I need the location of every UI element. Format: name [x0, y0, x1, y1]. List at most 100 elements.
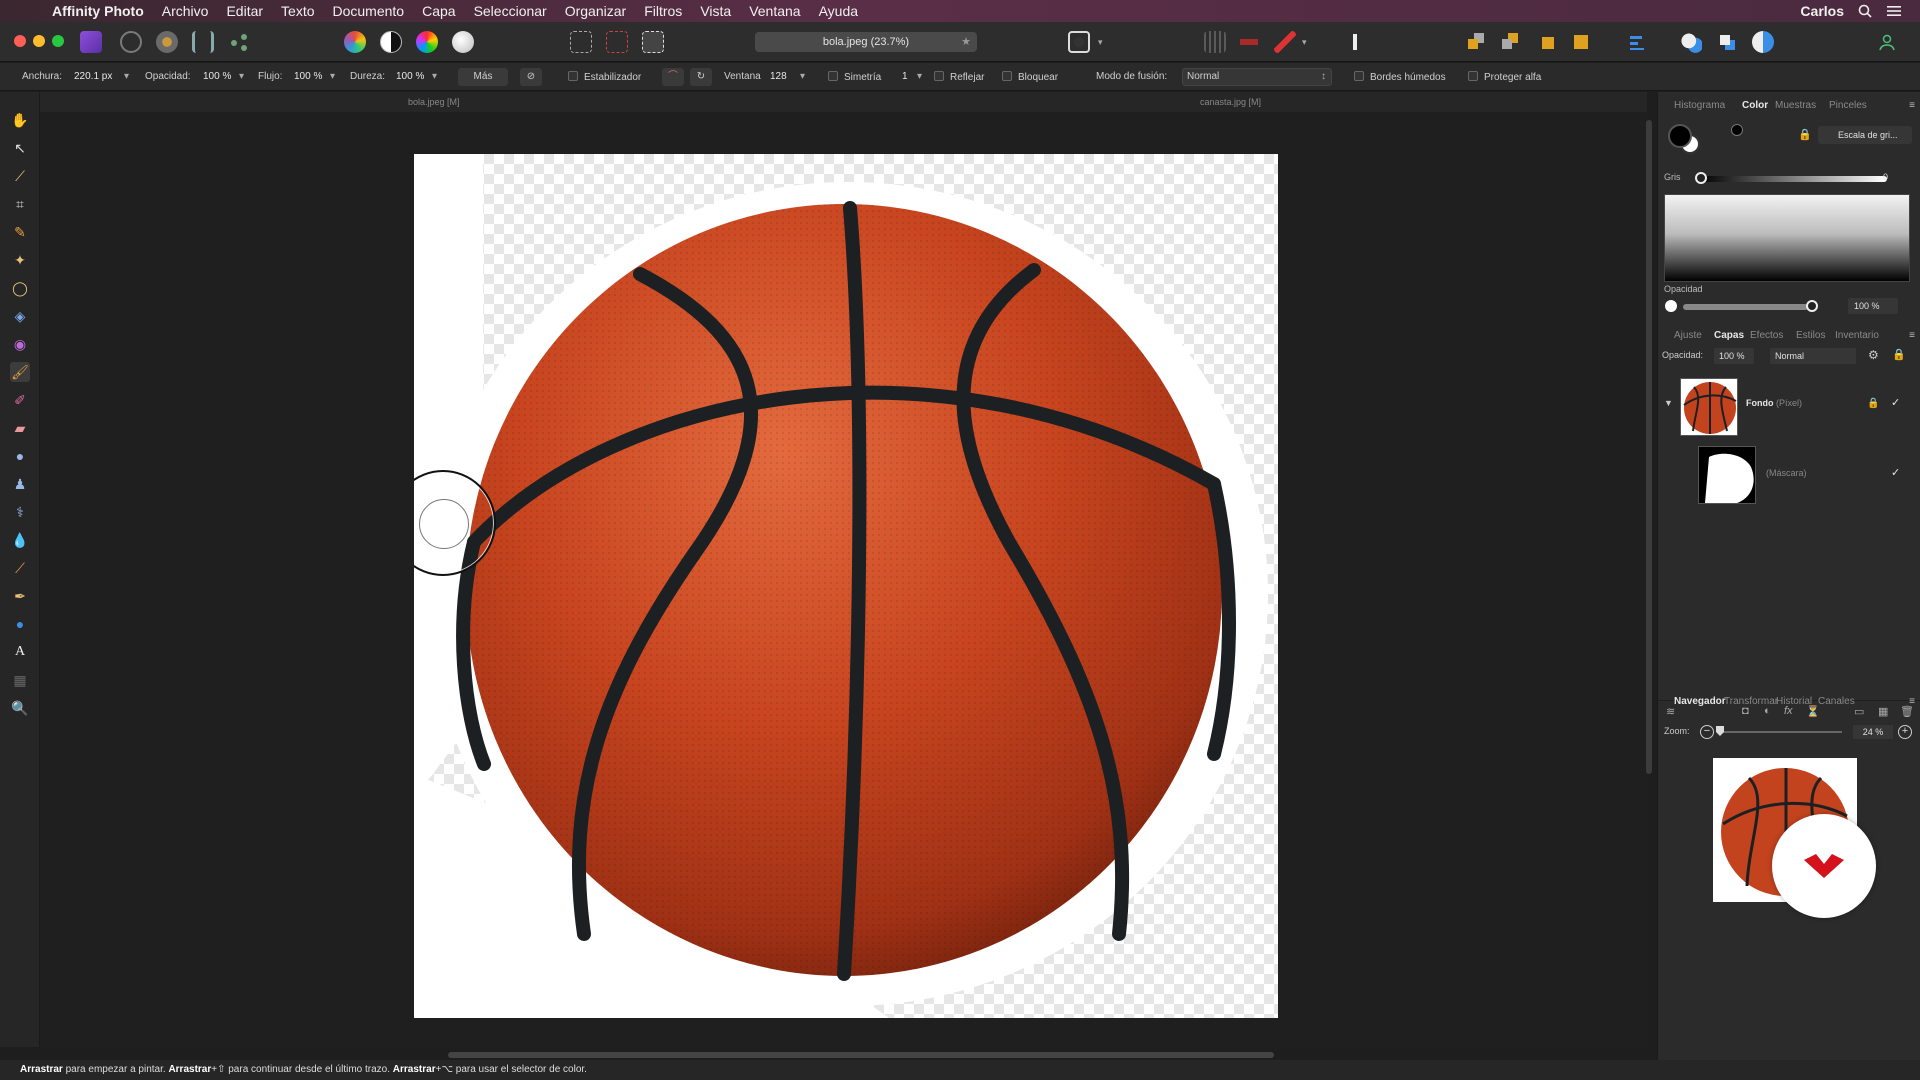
- horizontal-scrollbar[interactable]: [448, 1052, 1274, 1058]
- color-replacement-icon[interactable]: ✐: [10, 390, 30, 410]
- protect-alpha-checkbox[interactable]: [1468, 71, 1478, 81]
- liquify-persona-icon[interactable]: [120, 31, 142, 53]
- tab-capas[interactable]: Capas: [1714, 330, 1744, 341]
- layer-settings-gear-icon[interactable]: ⚙: [1868, 348, 1879, 362]
- blur-brush-icon[interactable]: 💧: [10, 530, 30, 550]
- color-opacity-slider[interactable]: [1683, 304, 1808, 310]
- doc-tab-canasta[interactable]: canasta.jpg [M]: [1200, 97, 1261, 107]
- zoom-in-icon[interactable]: +: [1898, 725, 1912, 739]
- layer-opacity-select[interactable]: 100 %: [1714, 348, 1754, 364]
- flow-field[interactable]: 100 %: [294, 71, 322, 82]
- window-mode-icon[interactable]: ↻: [690, 68, 712, 86]
- color-opacity-value[interactable]: 100 %: [1848, 298, 1898, 314]
- window-zoom-button[interactable]: [52, 35, 64, 47]
- arrange-front-icon[interactable]: [1536, 31, 1558, 53]
- selection-brush-icon[interactable]: ✎: [10, 222, 30, 242]
- contrast-adjust-icon[interactable]: [380, 31, 402, 53]
- primary-color-swatch[interactable]: [1668, 124, 1692, 148]
- stabilizer-checkbox[interactable]: [568, 71, 578, 81]
- layer-blend-select[interactable]: Normal: [1770, 348, 1856, 364]
- opacity-chevron-icon[interactable]: ▾: [239, 71, 244, 82]
- symmetry-checkbox[interactable]: [828, 71, 838, 81]
- align-icon[interactable]: [1626, 31, 1648, 53]
- deselect-icon[interactable]: [606, 31, 628, 53]
- arrange-forward-icon[interactable]: [1500, 31, 1522, 53]
- photo-persona-icon[interactable]: [80, 31, 102, 53]
- levels-adjust-icon[interactable]: [344, 31, 366, 53]
- quick-mask-icon[interactable]: [1068, 31, 1090, 53]
- spotlight-search-icon[interactable]: [1858, 4, 1872, 18]
- star-icon[interactable]: ★: [961, 32, 971, 52]
- assistant-icon[interactable]: [1274, 31, 1296, 53]
- document-canvas[interactable]: [414, 154, 1278, 1018]
- apple-icon[interactable]: [20, 2, 38, 20]
- gray-slider[interactable]: [1699, 176, 1887, 182]
- color-mode-select[interactable]: Escala de gri...: [1818, 126, 1912, 144]
- lock-checkbox[interactable]: [1002, 71, 1012, 81]
- freehand-select-icon[interactable]: ◯: [10, 278, 30, 298]
- lock-icon[interactable]: 🔒: [1798, 128, 1812, 141]
- tab-canales[interactable]: Canales: [1818, 696, 1855, 707]
- menu-vista[interactable]: Vista: [700, 3, 731, 19]
- menubar-user[interactable]: Carlos: [1800, 3, 1844, 19]
- view-hand-icon[interactable]: ✋: [10, 110, 30, 130]
- shape-tool-icon[interactable]: ●: [10, 614, 30, 634]
- crop-tool-icon[interactable]: ⌗: [10, 194, 30, 214]
- grid-snap-icon[interactable]: [1204, 31, 1226, 53]
- protect-alpha-toggle[interactable]: Proteger alfa: [1468, 71, 1541, 83]
- arrange-back-icon[interactable]: [1466, 31, 1488, 53]
- panel-menu-icon[interactable]: ≡: [1909, 100, 1915, 111]
- tab-estilos[interactable]: Estilos: [1796, 330, 1825, 341]
- menu-filtros[interactable]: Filtros: [644, 3, 682, 19]
- assistant-chevron-icon[interactable]: ▾: [1302, 31, 1312, 53]
- menu-archivo[interactable]: Archivo: [162, 3, 209, 19]
- zoom-slider[interactable]: [1720, 731, 1842, 733]
- lock-toggle[interactable]: Bloquear: [1002, 71, 1058, 83]
- share-user-icon[interactable]: [1876, 31, 1898, 53]
- window-minimize-button[interactable]: [33, 35, 45, 47]
- boolean-intersect-icon[interactable]: [1752, 31, 1774, 53]
- tab-muestras[interactable]: Muestras: [1775, 100, 1816, 111]
- boolean-add-icon[interactable]: [1680, 31, 1702, 53]
- symmetry-toggle[interactable]: Simetría: [828, 71, 881, 83]
- brush-mode-icon[interactable]: [1344, 31, 1366, 53]
- move-tool-icon[interactable]: ↖: [10, 138, 30, 158]
- zoom-out-icon[interactable]: −: [1700, 725, 1714, 739]
- control-center-icon[interactable]: [1886, 4, 1902, 18]
- marquee-select-icon[interactable]: [570, 31, 592, 53]
- boolean-subtract-icon[interactable]: [1716, 31, 1738, 53]
- chevron-down-icon[interactable]: ▾: [1098, 31, 1108, 53]
- width-field[interactable]: 220.1 px: [74, 71, 112, 82]
- layer-lock-status-icon[interactable]: 🔒: [1867, 398, 1879, 409]
- gray-value[interactable]: 0: [1883, 172, 1888, 182]
- opacity-field[interactable]: 100 %: [203, 71, 231, 82]
- gradient-tool-icon[interactable]: ◉: [10, 334, 30, 354]
- menu-ventana[interactable]: Ventana: [749, 3, 800, 19]
- tab-transformar[interactable]: Transformar: [1724, 696, 1778, 707]
- menu-documento[interactable]: Documento: [333, 3, 405, 19]
- hardness-field[interactable]: 100 %: [396, 71, 424, 82]
- erase-brush-icon[interactable]: ▰: [10, 418, 30, 438]
- vertical-scrollbar[interactable]: [1646, 120, 1652, 774]
- canvas-area[interactable]: [40, 112, 1647, 1058]
- symmetry-chevron-icon[interactable]: ▾: [917, 71, 922, 82]
- tab-inventario[interactable]: Inventario: [1835, 330, 1879, 341]
- fill-color-swatch[interactable]: [1731, 124, 1743, 136]
- blend-mode-select[interactable]: Normal ↕: [1182, 68, 1332, 86]
- zoom-tool-icon[interactable]: 🔍: [10, 698, 30, 718]
- tab-color[interactable]: Color: [1742, 100, 1768, 111]
- mesh-warp-icon[interactable]: ▦: [10, 670, 30, 690]
- develop-persona-icon[interactable]: [156, 31, 178, 53]
- menu-editar[interactable]: Editar: [226, 3, 263, 19]
- snapping-icon[interactable]: [1238, 31, 1260, 53]
- clone-brush-icon[interactable]: ♟: [10, 474, 30, 494]
- tone-mapping-persona-icon[interactable]: [192, 31, 214, 53]
- tab-navegador[interactable]: Navegador: [1674, 696, 1726, 707]
- wet-edges-checkbox[interactable]: [1354, 71, 1364, 81]
- hardness-chevron-icon[interactable]: ▾: [432, 71, 437, 82]
- color-opacity-knob[interactable]: [1806, 300, 1818, 312]
- menu-ayuda[interactable]: Ayuda: [819, 3, 858, 19]
- window-field[interactable]: 128: [770, 71, 787, 82]
- tab-historial[interactable]: Historial: [1776, 696, 1812, 707]
- layer-visibility-checkbox[interactable]: ✓: [1891, 396, 1900, 409]
